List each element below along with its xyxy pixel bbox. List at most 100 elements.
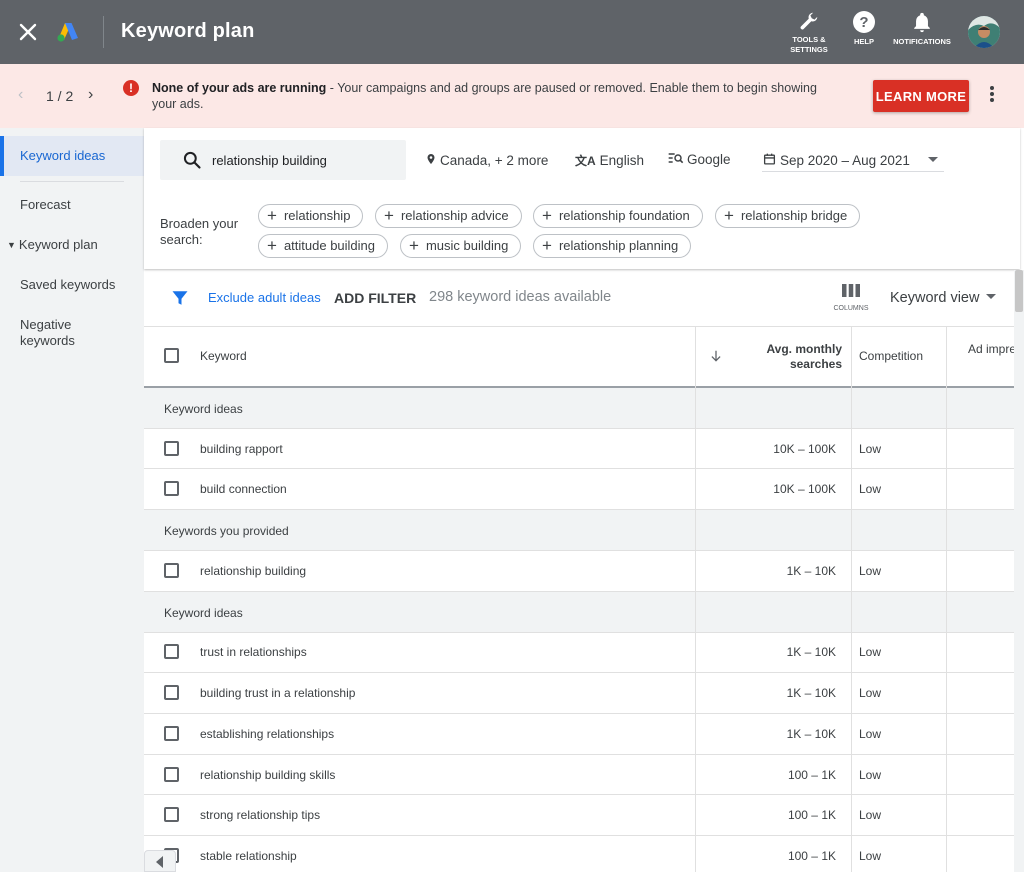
broaden-label-line2: search:	[160, 232, 203, 247]
chevron-right-icon[interactable]: ›	[88, 86, 93, 104]
row-checkbox[interactable]	[164, 481, 179, 496]
tools-settings-button[interactable]: TOOLS & SETTINGS	[786, 10, 832, 55]
add-filter-button[interactable]: ADD FILTER	[334, 290, 416, 306]
keyword-cell: building trust in a relationship	[200, 686, 356, 700]
keyword-cell: stable relationship	[200, 849, 297, 863]
row-checkbox[interactable]	[164, 685, 179, 700]
sidebar-active-indicator	[0, 136, 4, 176]
sidebar-item-keyword-ideas[interactable]: Keyword ideas	[20, 148, 105, 164]
more-vert-icon[interactable]	[982, 84, 1002, 108]
exclude-adult-ideas-link[interactable]: Exclude adult ideas	[208, 290, 321, 305]
scrollbar-thumb[interactable]	[1015, 270, 1023, 312]
keyword-cell: relationship building	[200, 564, 307, 578]
broaden-search-label: Broaden your search:	[160, 216, 238, 248]
column-header-ad-impression[interactable]: Ad impress sh	[956, 342, 1014, 372]
chevron-left-icon[interactable]: ‹	[18, 86, 23, 104]
network-value: Google	[687, 152, 731, 167]
chip-label: relationship foundation	[558, 208, 690, 223]
competition-cell: Low	[859, 808, 882, 822]
collapse-sidebar-button[interactable]	[144, 850, 176, 872]
broaden-chip[interactable]: + attitude building	[258, 234, 389, 258]
competition-cell: Low	[859, 482, 882, 496]
broaden-chip[interactable]: + relationship bridge	[715, 204, 861, 228]
competition-cell: Low	[859, 768, 882, 782]
date-range-display: Sep 2020 – Aug 2021	[763, 152, 910, 168]
learn-more-button[interactable]: LEARN MORE	[873, 80, 969, 112]
sort-arrow-down-icon[interactable]	[709, 349, 723, 363]
help-button[interactable]: ? HELP	[848, 10, 880, 47]
broaden-chip[interactable]: + relationship foundation	[533, 204, 703, 228]
language-value: English	[599, 153, 644, 168]
searches-cell: 1K – 10K	[786, 686, 836, 700]
sidebar-divider	[20, 181, 124, 182]
column-header-searches[interactable]: Avg. monthly searches	[730, 342, 842, 372]
keyword-view-dropdown[interactable]: Keyword view	[890, 290, 997, 306]
columns-button[interactable]: COLUMNS	[830, 283, 872, 312]
broaden-chip[interactable]: + music building	[400, 234, 522, 258]
keyword-cell: trust in relationships	[200, 645, 307, 659]
table-row[interactable]: establishing relationships 1K – 10K Low	[144, 714, 1014, 755]
chip-label: relationship bridge	[740, 208, 848, 223]
dropdown-arrow-icon	[986, 294, 997, 299]
alert-message: None of your ads are running - Your camp…	[152, 80, 842, 112]
column-divider	[695, 388, 696, 872]
group-label: Keywords you provided	[164, 524, 289, 538]
row-checkbox[interactable]	[164, 441, 179, 456]
table-row[interactable]: stable relationship 100 – 1K Low	[144, 836, 1014, 872]
table-row[interactable]: building rapport 10K – 100K Low	[144, 429, 1014, 469]
plus-icon: +	[384, 206, 394, 225]
table-row[interactable]: relationship building 1K – 10K Low	[144, 551, 1014, 592]
row-checkbox[interactable]	[164, 807, 179, 822]
language-filter[interactable]: 文A English	[575, 152, 644, 169]
column-divider	[946, 388, 947, 872]
google-ads-logo	[57, 23, 78, 42]
help-label: HELP	[853, 37, 874, 46]
bell-icon	[914, 12, 930, 33]
network-filter[interactable]: Google	[668, 152, 731, 167]
settings-label: SETTINGS	[790, 45, 828, 54]
broaden-chip[interactable]: + relationship	[258, 204, 364, 228]
plus-icon: +	[267, 206, 277, 225]
columns-icon	[842, 284, 860, 297]
help-icon: ?	[853, 11, 875, 33]
sidebar-item-negative-keywords[interactable]: Negative keywords	[20, 317, 75, 349]
column-header-keyword[interactable]: Keyword	[200, 349, 247, 363]
keyword-cell: strong relationship tips	[200, 808, 321, 822]
column-divider	[851, 388, 852, 872]
table-row[interactable]: building trust in a relationship 1K – 10…	[144, 673, 1014, 714]
vertical-scrollbar[interactable]	[1014, 270, 1024, 872]
select-all-checkbox[interactable]	[164, 348, 179, 363]
column-header-competition[interactable]: Competition	[859, 349, 923, 363]
sidebar-item-label-line1: Negative	[20, 317, 72, 332]
row-checkbox[interactable]	[164, 644, 179, 659]
row-checkbox[interactable]	[164, 726, 179, 741]
notifications-button[interactable]: NOTIFICATIONS	[890, 10, 954, 47]
location-filter[interactable]: Canada, + 2 more	[425, 152, 548, 168]
sidebar-item-forecast[interactable]: Forecast	[20, 197, 71, 213]
table-row[interactable]: strong relationship tips 100 – 1K Low	[144, 795, 1014, 836]
competition-cell: Low	[859, 645, 882, 659]
impr-header-line2: sh	[956, 357, 1014, 372]
table-row[interactable]: build connection 10K – 100K Low	[144, 469, 1014, 510]
row-checkbox[interactable]	[164, 767, 179, 782]
competition-cell: Low	[859, 564, 882, 578]
account-avatar[interactable]	[968, 16, 1000, 48]
filter-funnel-icon[interactable]	[171, 289, 189, 307]
row-checkbox[interactable]	[164, 563, 179, 578]
searches-header-line1: Avg. monthly	[766, 342, 842, 356]
broaden-chip[interactable]: + relationship advice	[375, 204, 522, 228]
table-row[interactable]: trust in relationships 1K – 10K Low	[144, 633, 1014, 673]
searches-cell: 100 – 1K	[787, 768, 836, 782]
chip-label: relationship	[283, 208, 351, 223]
sidebar-item-saved-keywords[interactable]: Saved keywords	[20, 277, 115, 293]
wrench-icon	[800, 12, 818, 30]
sidebar-item-keyword-plan[interactable]: ▼ Keyword plan	[7, 237, 98, 253]
top-app-bar: Keyword plan TOOLS & SETTINGS ? HELP NOT…	[0, 0, 1024, 64]
impr-header-line1: Ad impress	[967, 342, 1014, 356]
broaden-chip[interactable]: + relationship planning	[533, 234, 692, 258]
searches-cell: 100 – 1K	[787, 849, 836, 863]
close-icon[interactable]	[16, 20, 40, 44]
svg-text:?: ?	[859, 14, 868, 31]
table-row[interactable]: relationship building skills 100 – 1K Lo…	[144, 755, 1014, 795]
group-label: Keyword ideas	[164, 402, 243, 416]
